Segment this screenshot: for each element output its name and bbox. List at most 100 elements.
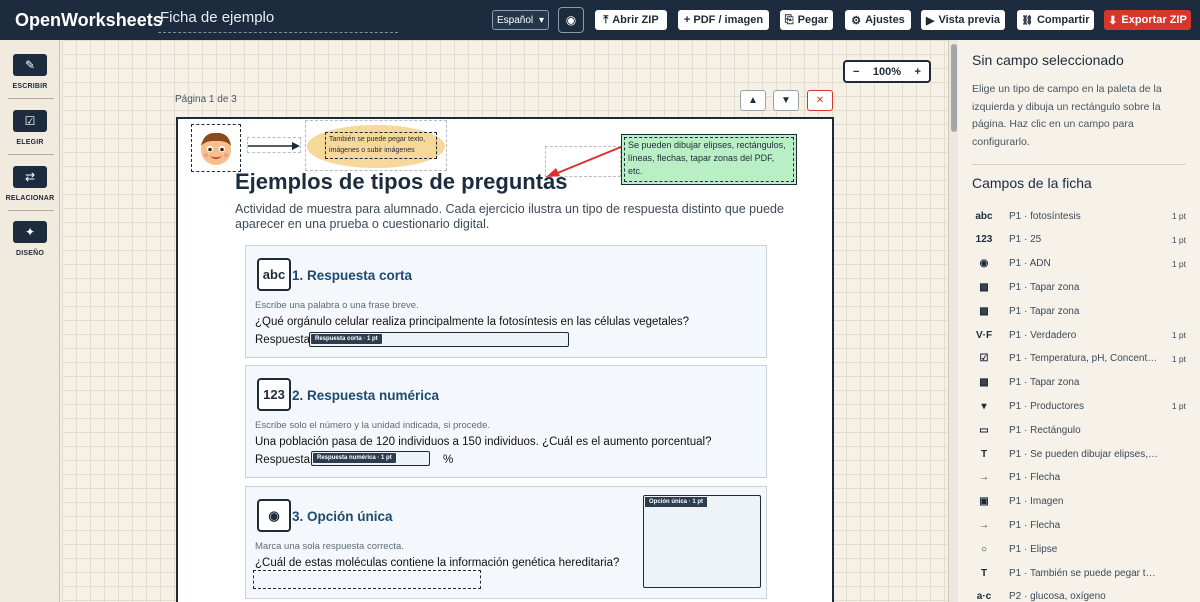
fields-heading: Campos de la ficha (972, 175, 1092, 191)
divider (972, 164, 1186, 165)
field-type-icon: ☑ (979, 353, 989, 365)
field-name: P1 · Tapar zona (1009, 377, 1080, 389)
download-icon: ⬇ (1108, 14, 1118, 27)
tool-write[interactable]: ✎ ESCRIBIR (0, 54, 60, 90)
answer-label: Respuesta: (255, 454, 314, 466)
upload-icon: ⤒ (603, 13, 609, 26)
field-list-item[interactable]: → P1 · Flecha (972, 468, 1186, 488)
move-page-down-button[interactable]: ▼ (773, 90, 799, 111)
field-tag: Respuesta numérica · 1 pt (313, 453, 396, 463)
open-zip-button[interactable]: ⤒ Abrir ZIP (595, 10, 667, 30)
field-name: P1 · También se puede pegar texto,… (1009, 567, 1158, 579)
divider (8, 98, 54, 99)
tool-design[interactable]: ✦ DISEÑO (0, 221, 60, 257)
field-type-icon: ▣ (979, 496, 989, 508)
field-type-icon: ○ (980, 543, 988, 555)
field-name: P1 · Temperatura, pH, Concentr… (1009, 353, 1158, 365)
unit-label: % (443, 454, 454, 466)
language-select[interactable]: Español ▾ (492, 10, 549, 30)
field-type-icon: a·c (976, 591, 992, 602)
open-zip-label: Abrir ZIP (612, 14, 659, 26)
field-name: P1 · fotosíntesis (1009, 210, 1081, 222)
move-page-up-button[interactable]: ▲ (740, 90, 766, 111)
preview-label: Vista previa (938, 14, 1001, 26)
field-list-item[interactable]: 123 P1 · 25 1 pt (972, 230, 1186, 250)
field-list-item[interactable]: ☑ P1 · Temperatura, pH, Concentr… 1 pt (972, 349, 1186, 369)
triangle-down-icon: ▼ (781, 95, 791, 106)
cover-zone-selection[interactable] (253, 570, 481, 589)
field-name: P1 · Rectángulo (1009, 424, 1081, 436)
field-type-icon: → (979, 472, 989, 484)
field-name: P1 · Imagen (1009, 496, 1064, 508)
short-answer-field[interactable]: Respuesta corta · 1 pt (309, 332, 569, 347)
field-name: P2 · glucosa, oxígeno (1009, 591, 1106, 602)
question-text: Una población pasa de 120 individuos a 1… (255, 436, 712, 448)
tool-match[interactable]: ⇄ RELACIONAR (0, 166, 60, 202)
delete-page-button[interactable]: ✕ (807, 90, 833, 111)
scrollbar-thumb[interactable] (951, 44, 957, 132)
worksheet-page[interactable]: También se puede pegar texto, imágenes o… (176, 117, 834, 602)
worksheet-title: Ejemplos de tipos de preguntas (235, 169, 568, 194)
green-rectangle-note[interactable]: Se pueden dibujar elipses, rectángulos, … (621, 134, 797, 185)
close-icon: ✕ (815, 95, 825, 106)
gear-icon: ⚙ (851, 14, 862, 27)
checkbox-icon: ☑ (13, 110, 47, 132)
zoom-in-button[interactable]: + (915, 66, 921, 78)
pencil-icon: ✎ (13, 54, 47, 76)
canvas-area[interactable]: − 100% + Página 1 de 3 ▲ ▼ ✕ También se … (62, 40, 948, 602)
zoom-out-button[interactable]: − (853, 66, 859, 78)
field-list-item[interactable]: ▩ P1 · Tapar zona (972, 373, 1186, 393)
field-type-icon: ▩ (979, 305, 989, 317)
divider (8, 154, 54, 155)
field-type-icon: ▩ (979, 377, 989, 389)
field-list-item[interactable]: ○ P1 · Elipse (972, 539, 1186, 559)
field-name: P1 · Verdadero (1009, 329, 1077, 341)
field-list-item[interactable]: T P1 · También se puede pegar texto,… (972, 563, 1186, 583)
field-list-item[interactable]: ◉ P1 · ADN 1 pt (972, 254, 1186, 274)
avatar-image[interactable] (191, 124, 241, 172)
paste-button[interactable]: ⎘ Pegar (780, 10, 833, 30)
ellipse-text-box[interactable]: También se puede pegar texto, imágenes o… (325, 132, 437, 159)
document-title-input[interactable]: Ficha de ejemplo (158, 9, 398, 33)
field-name: P1 · ADN (1009, 258, 1051, 270)
export-zip-button[interactable]: ⬇ Exportar ZIP (1104, 10, 1191, 30)
zoom-level: 100% (872, 65, 902, 78)
field-list-item[interactable]: V·F P1 · Verdadero 1 pt (972, 325, 1186, 345)
settings-label: Ajustes (865, 14, 905, 26)
single-choice-field[interactable]: Opción única · 1 pt (643, 495, 761, 588)
panel-help-text: Elige un tipo de campo en la paleta de l… (972, 83, 1162, 148)
arrow-shape[interactable] (248, 141, 300, 151)
swap-icon: ⇄ (13, 166, 47, 188)
field-list-item[interactable]: a·c P2 · glucosa, oxígeno (972, 587, 1186, 602)
field-points: 1 pt (1171, 330, 1186, 340)
field-type-icon: ◉ (979, 258, 989, 270)
field-name: P1 · Flecha (1009, 472, 1061, 484)
field-list-item[interactable]: → P1 · Flecha (972, 515, 1186, 535)
field-list-item[interactable]: ▾ P1 · Productores 1 pt (972, 396, 1186, 416)
page-indicator: Página 1 de 3 (175, 94, 237, 105)
question-title: 1. Respuesta corta (292, 268, 413, 283)
preview-button[interactable]: ▶ Vista previa (921, 10, 1005, 30)
add-pdf-button[interactable]: + PDF / imagen (678, 10, 769, 30)
clipboard-icon: ⎘ (784, 13, 794, 26)
tool-choose[interactable]: ☑ ELEGIR (0, 110, 60, 146)
settings-button[interactable]: ⚙ Ajustes (845, 10, 911, 30)
field-list-item[interactable]: ▩ P1 · Tapar zona (972, 301, 1186, 321)
field-type-icon: → (979, 519, 989, 531)
share-button[interactable]: ⛓ Compartir (1017, 10, 1094, 30)
app-brand: OpenWorksheets (15, 9, 163, 30)
numeric-answer-field[interactable]: Respuesta numérica · 1 pt (311, 451, 430, 466)
chevron-down-icon: ▾ (538, 14, 544, 26)
tool-design-label: DISEÑO (15, 250, 45, 257)
record-button[interactable]: ◉ (558, 7, 584, 33)
field-list-item[interactable]: ▣ P1 · Imagen (972, 492, 1186, 512)
link-icon: ⛓ (1021, 14, 1033, 25)
field-list-item[interactable]: ▩ P1 · Tapar zona (972, 277, 1186, 297)
field-list-item[interactable]: T P1 · Se pueden dibujar elipses, rect… (972, 444, 1186, 464)
field-name: P1 · Se pueden dibujar elipses, rect… (1009, 448, 1158, 460)
canvas-scrollbar[interactable] (948, 40, 958, 602)
field-list-item[interactable]: abc P1 · fotosíntesis 1 pt (972, 206, 1186, 226)
field-list-item[interactable]: ▭ P1 · Rectángulo (972, 420, 1186, 440)
field-type-icon: T (980, 567, 988, 579)
field-name: P1 · Elipse (1009, 543, 1058, 555)
